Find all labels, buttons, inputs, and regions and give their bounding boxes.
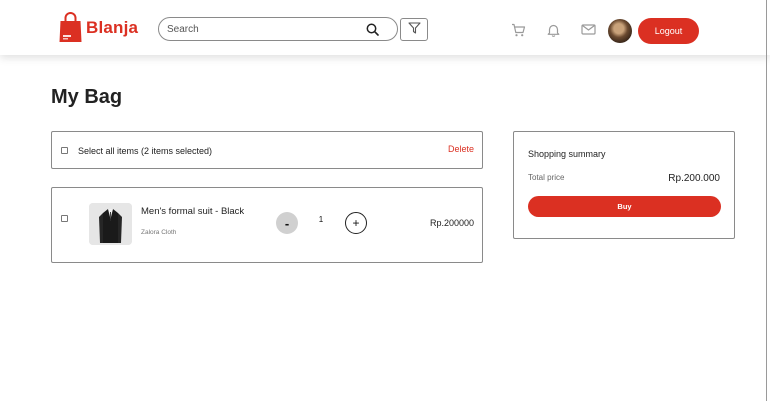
select-all-label: Select all items (2 items selected) xyxy=(78,146,213,156)
select-all-bar: Select all items (2 items selected) Dele… xyxy=(51,131,483,169)
shopping-summary-card: Shopping summary Total price Rp.200.000 … xyxy=(513,131,735,239)
cart-icon[interactable] xyxy=(511,23,526,42)
mail-icon[interactable] xyxy=(581,23,596,41)
item-checkbox[interactable] xyxy=(61,215,68,222)
bell-icon[interactable] xyxy=(547,23,560,42)
total-price-value: Rp.200.000 xyxy=(668,173,720,184)
brand-name: Blanja xyxy=(86,17,139,37)
shopping-bag-logo-icon xyxy=(59,12,82,43)
product-store: Zalora Cloth xyxy=(141,229,177,236)
increase-quantity-button[interactable]: + xyxy=(345,212,367,234)
buy-button[interactable]: Buy xyxy=(528,196,721,217)
summary-title: Shopping summary xyxy=(528,149,606,159)
filter-icon xyxy=(407,21,421,39)
search-icon[interactable] xyxy=(366,23,379,41)
brand-logo[interactable]: Blanja xyxy=(59,12,138,43)
user-avatar[interactable] xyxy=(608,19,632,43)
delete-button[interactable]: Delete xyxy=(448,144,474,154)
search-bar[interactable] xyxy=(158,17,398,41)
item-price: Rp.200000 xyxy=(429,218,474,228)
page-title: My Bag xyxy=(51,86,123,108)
filter-button[interactable] xyxy=(400,18,428,41)
scrollbar[interactable] xyxy=(766,0,767,401)
cart-item: Men's formal suit - Black Zalora Cloth -… xyxy=(51,187,483,263)
logout-button[interactable]: Logout xyxy=(638,18,699,44)
quantity-value: 1 xyxy=(318,215,324,224)
search-input[interactable] xyxy=(167,23,357,35)
total-price-label: Total price xyxy=(528,173,565,182)
product-name[interactable]: Men's formal suit - Black xyxy=(141,206,244,217)
product-image xyxy=(89,203,132,245)
decrease-quantity-button[interactable]: - xyxy=(276,212,298,234)
top-navbar: Blanja Search Logout xyxy=(0,0,770,55)
select-all-checkbox[interactable] xyxy=(61,147,68,154)
